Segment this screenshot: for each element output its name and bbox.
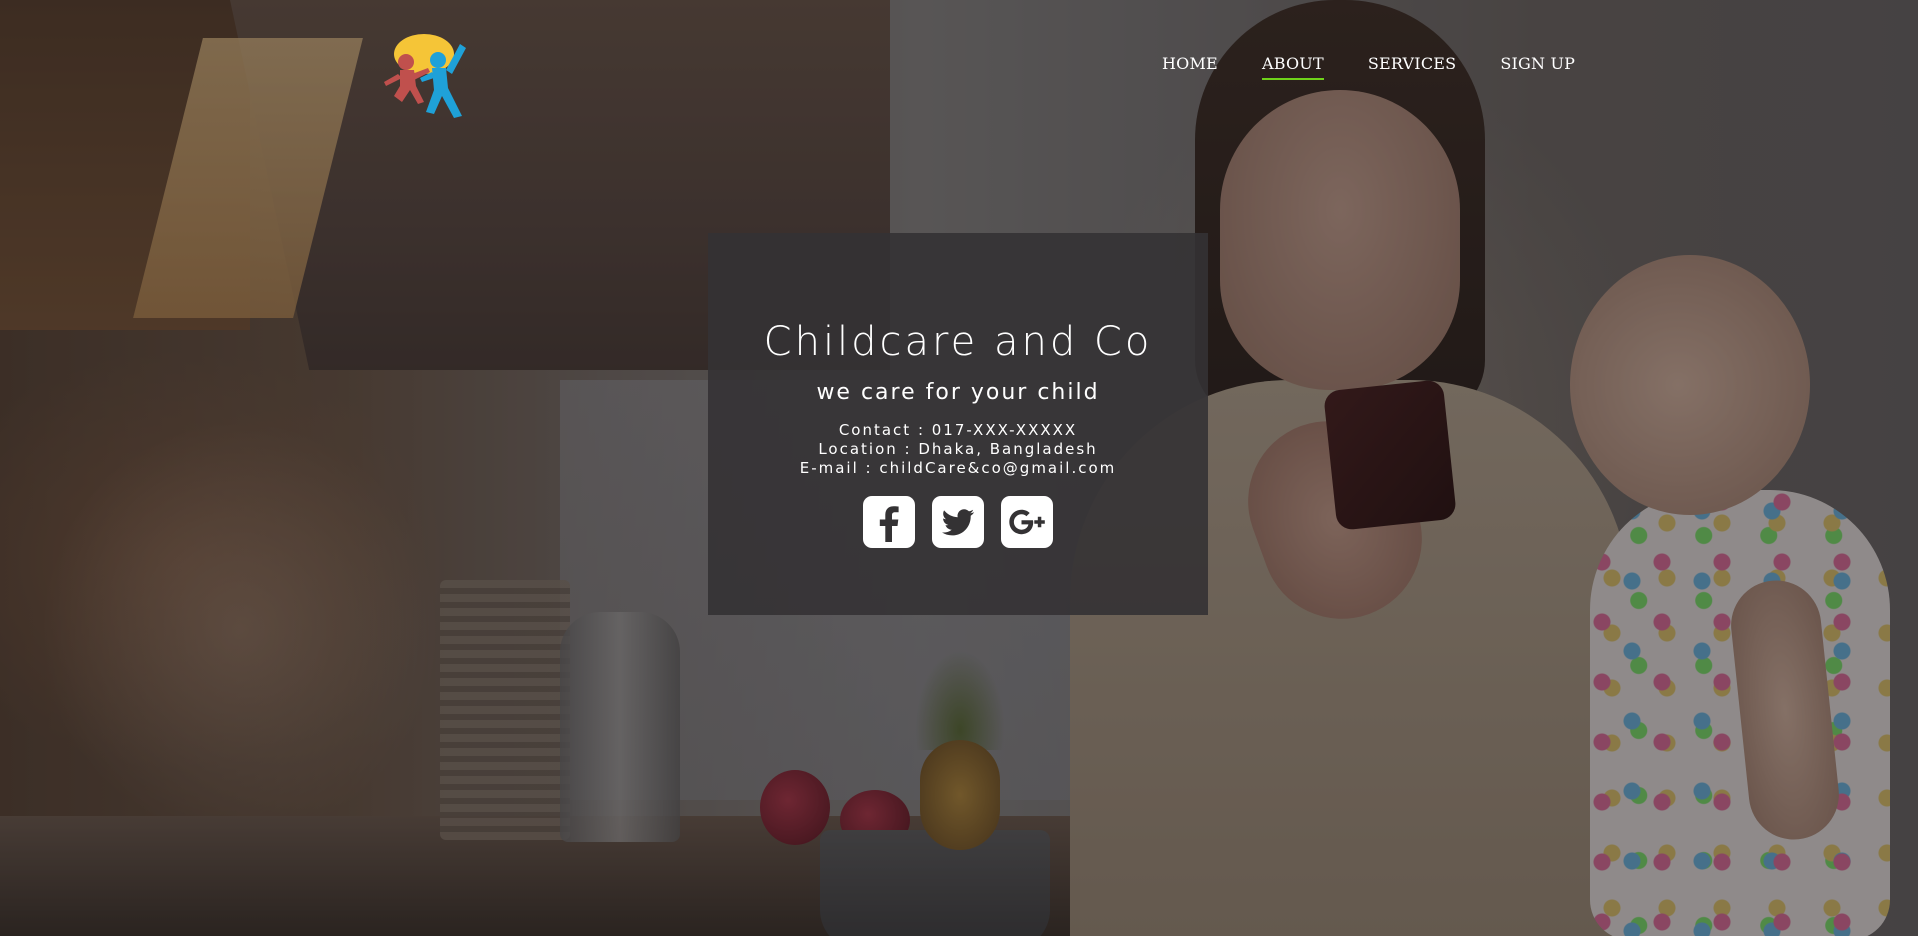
contact-email: E-mail : childCare&co@gmail.com [799, 459, 1117, 477]
twitter-icon [941, 509, 975, 536]
hero-card: Childcare and Co we care for your child … [708, 233, 1208, 615]
facebook-button[interactable] [863, 496, 915, 548]
twitter-button[interactable] [932, 496, 984, 548]
contact-location: Location : Dhaka, Bangladesh [818, 440, 1098, 458]
facebook-icon [879, 506, 899, 542]
contact-phone: Contact : 017-XXX-XXXXX [838, 421, 1078, 439]
nav-sign-up[interactable]: SIGN UP [1500, 55, 1575, 80]
site-title: Childcare and Co [763, 319, 1153, 365]
contact-info: Contact : 017-XXX-XXXXX Location : Dhaka… [708, 421, 1208, 478]
nav-home[interactable]: HOME [1162, 55, 1218, 80]
google-plus-icon [1009, 509, 1045, 535]
social-links [708, 496, 1208, 548]
site-logo[interactable] [376, 32, 480, 122]
nav-services[interactable]: SERVICES [1368, 55, 1456, 80]
nav-about[interactable]: ABOUT [1261, 55, 1324, 80]
kids-logo-icon [384, 34, 466, 118]
tagline: we care for your child [816, 380, 1100, 405]
page: HOME ABOUT SERVICES SIGN UP Childcare an… [0, 0, 1918, 936]
google-plus-button[interactable] [1001, 496, 1053, 548]
main-nav: HOME ABOUT SERVICES SIGN UP [1162, 55, 1575, 80]
